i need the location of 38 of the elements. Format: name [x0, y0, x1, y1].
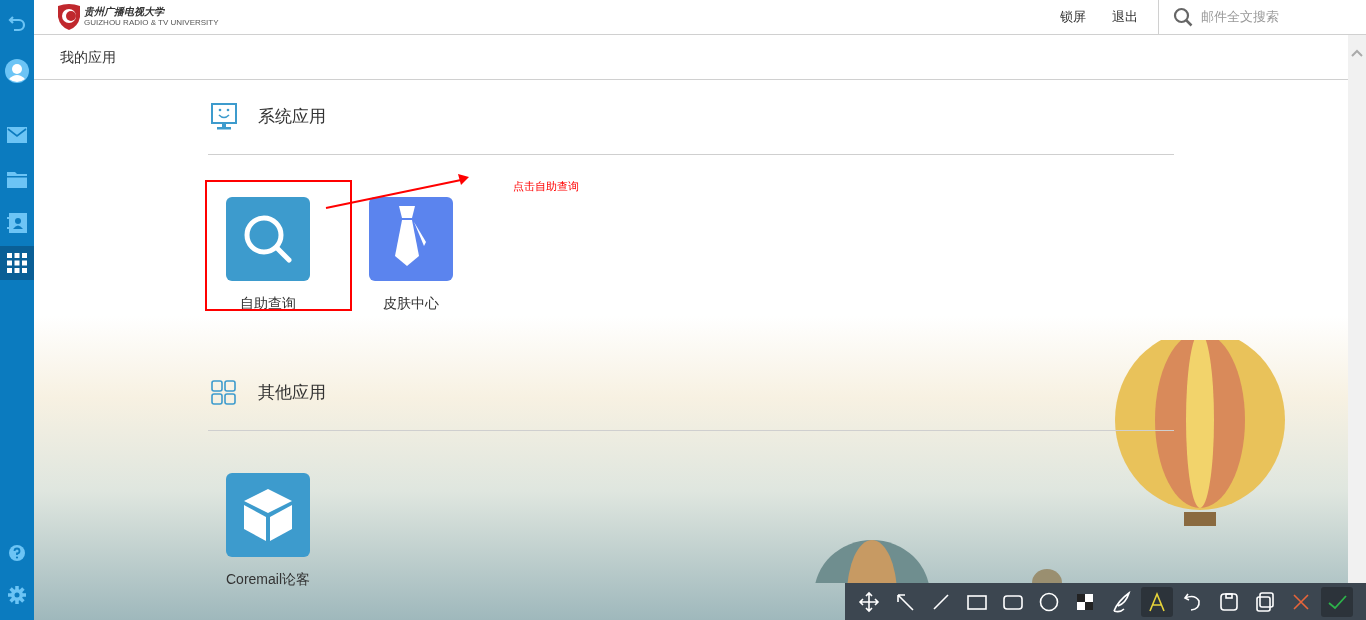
page-title: 我的应用 — [60, 47, 116, 67]
text-tool[interactable] — [1141, 586, 1173, 617]
logo-title: 贵州广播电视大学 — [84, 7, 166, 17]
app-label[interactable]: 自助查询 — [223, 293, 313, 313]
check-tool[interactable] — [1321, 586, 1353, 617]
logo-icon — [56, 3, 82, 31]
floppy-icon — [1218, 590, 1240, 613]
scroll-up-icon — [1351, 49, 1363, 57]
contact-book-icon — [7, 213, 27, 233]
mail-icon — [7, 127, 27, 143]
undo-icon — [8, 14, 26, 32]
logo-subtitle: GUIZHOU RADIO & TV UNIVERSITY — [84, 19, 219, 27]
quill-icon — [1110, 590, 1132, 613]
app-label[interactable]: 皮肤中心 — [366, 293, 456, 313]
copy-icon — [1254, 590, 1276, 613]
settings-icon — [7, 585, 27, 605]
annotation-note: 点击自助查询 — [513, 179, 579, 194]
folder-icon — [7, 170, 27, 188]
cube-icon — [242, 487, 294, 543]
circle-icon — [1038, 590, 1060, 613]
header-link[interactable]: 退出 — [1112, 7, 1138, 27]
section-title: 其他应用 — [258, 382, 326, 405]
grid-tab[interactable] — [0, 246, 34, 280]
app-tile[interactable] — [369, 197, 453, 281]
monitor-icon — [210, 103, 238, 131]
app-tile[interactable] — [226, 473, 310, 557]
search-icon — [1173, 7, 1193, 27]
search-field[interactable]: 邮件全文搜索 — [1201, 7, 1351, 27]
help-icon — [9, 545, 25, 561]
avatar-icon — [5, 59, 29, 83]
app-tile[interactable] — [226, 197, 310, 281]
four-squares-icon — [210, 379, 238, 407]
text-icon — [1146, 590, 1168, 613]
header-link[interactable]: 锁屏 — [1060, 7, 1086, 27]
app-label[interactable]: Coremail论客 — [223, 569, 313, 589]
grid-icon — [7, 253, 27, 273]
move-icon — [858, 590, 880, 613]
section-title: 系统应用 — [258, 106, 326, 129]
